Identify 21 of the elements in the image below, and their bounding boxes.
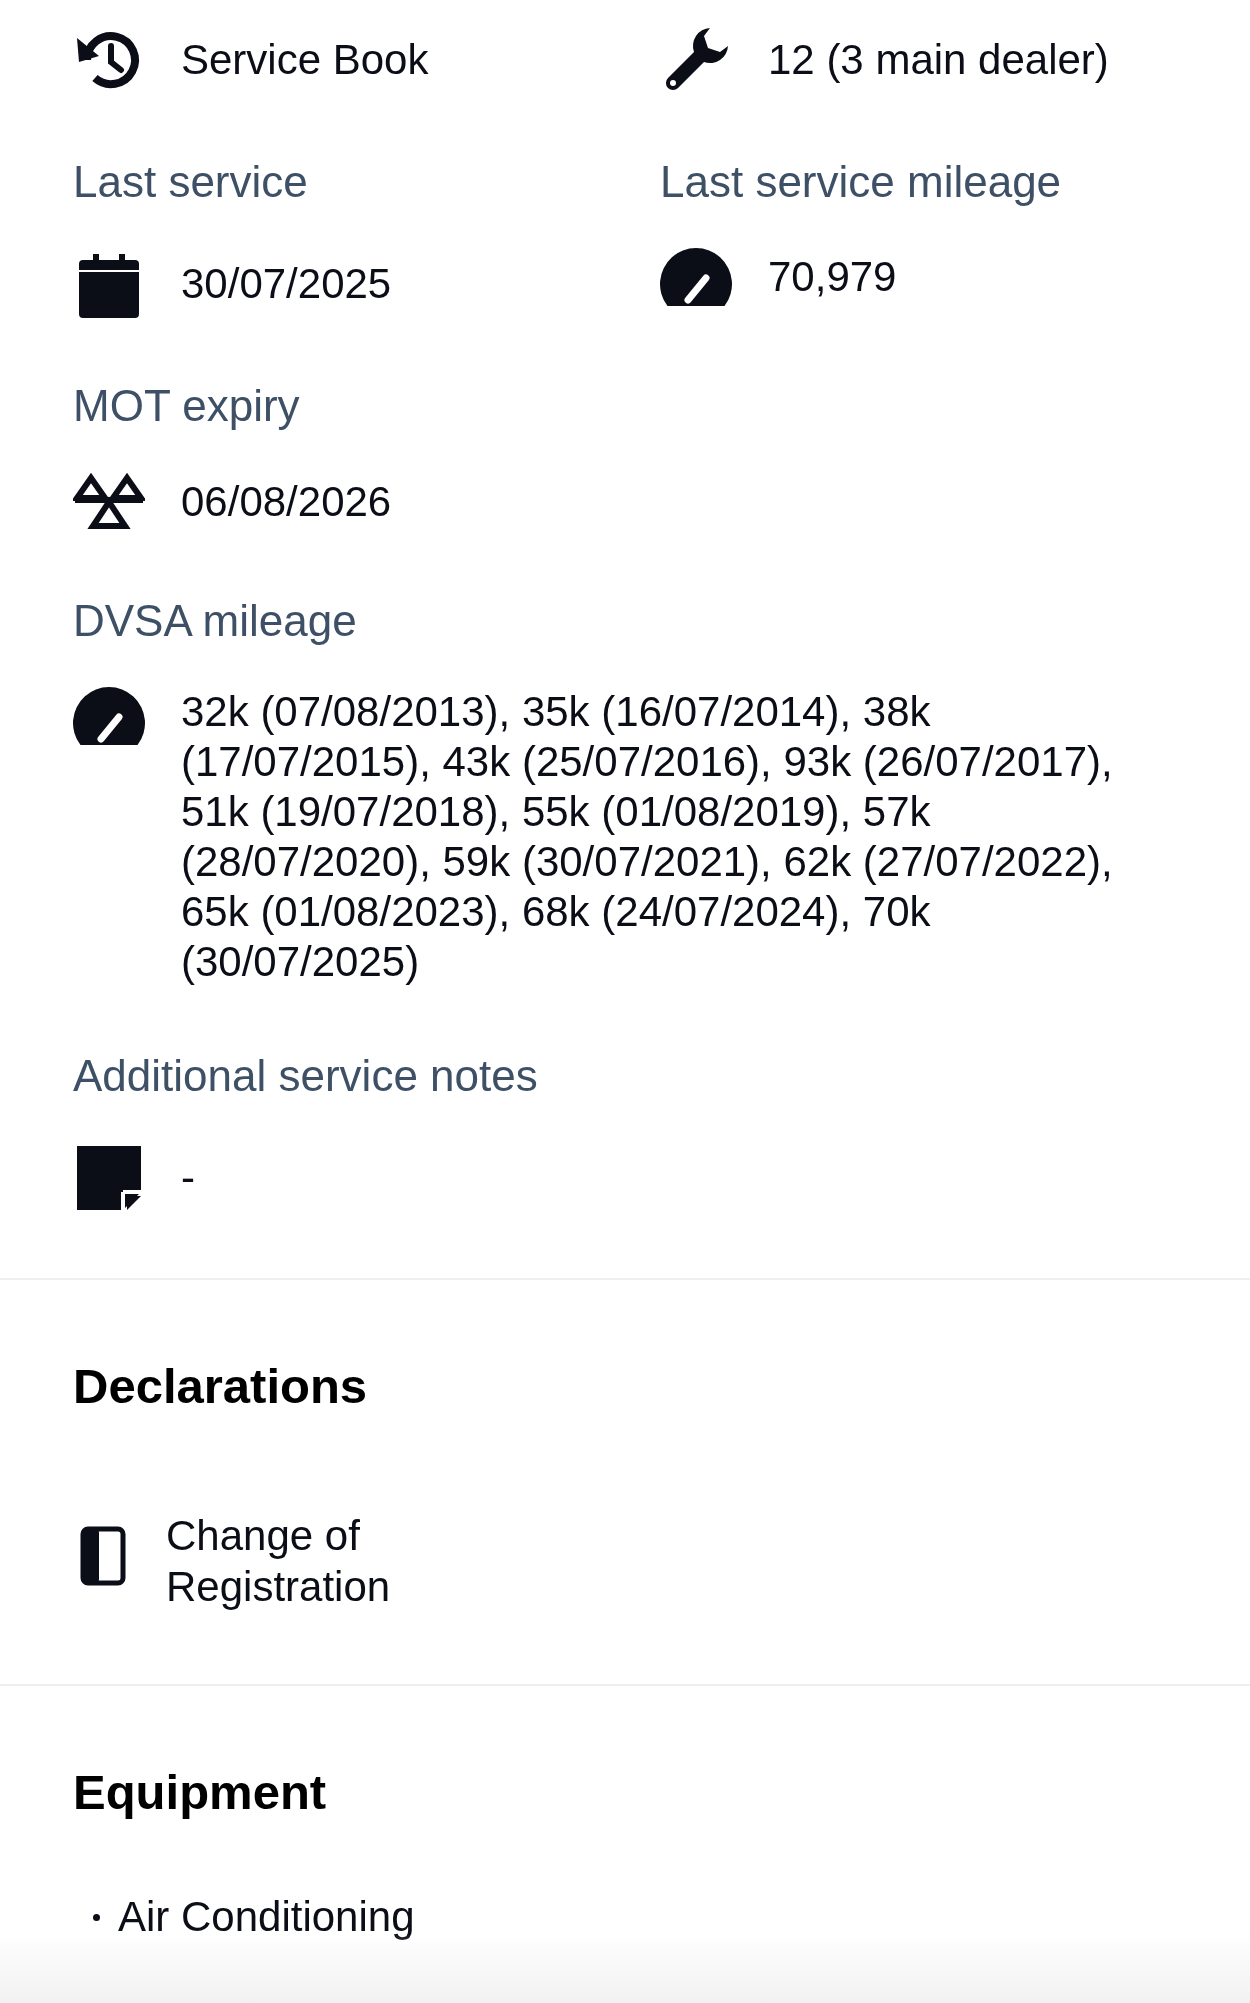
field-value: 32k (07/08/2013), 35k (16/07/2014), 38k (17/07/2015), 43k (25/07/2016), 93k (26/07/2017), 51k (19/07/2018), 55k (01/08/2019), 57k (28/07/2020), 59k (30/07/2021), 62k (27/07/2022), 65k (01/08/2023), 68k (24/07/2024), 70k (30/07/2025): [181, 687, 1114, 987]
triangles-icon: [73, 472, 145, 532]
section-heading: Declarations: [73, 1358, 369, 1414]
field-value: 70,979: [768, 252, 897, 302]
field-value: 30/07/2025: [181, 259, 392, 309]
field-label: DVSA mileage: [73, 596, 358, 646]
field-value: Service Book: [181, 35, 429, 85]
equipment-item: Air Conditioning: [118, 1892, 415, 1942]
field-label: Additional service notes: [73, 1051, 539, 1101]
declaration-item: Change of Registration: [166, 1511, 392, 1612]
gauge-icon: [73, 687, 145, 745]
section-heading: Equipment: [73, 1764, 328, 1820]
field-label: Last service: [73, 157, 309, 207]
field-value: 12 (3 main dealer): [768, 35, 1109, 85]
bullet-icon: [93, 1913, 100, 1921]
sidebar-panel-icon: [80, 1526, 126, 1586]
field-value: -: [181, 1153, 195, 1203]
field-label: MOT expiry: [73, 381, 301, 431]
gauge-icon: [660, 248, 732, 306]
field-label: Last service mileage: [660, 157, 1063, 207]
field-value: 06/08/2026: [181, 477, 392, 527]
